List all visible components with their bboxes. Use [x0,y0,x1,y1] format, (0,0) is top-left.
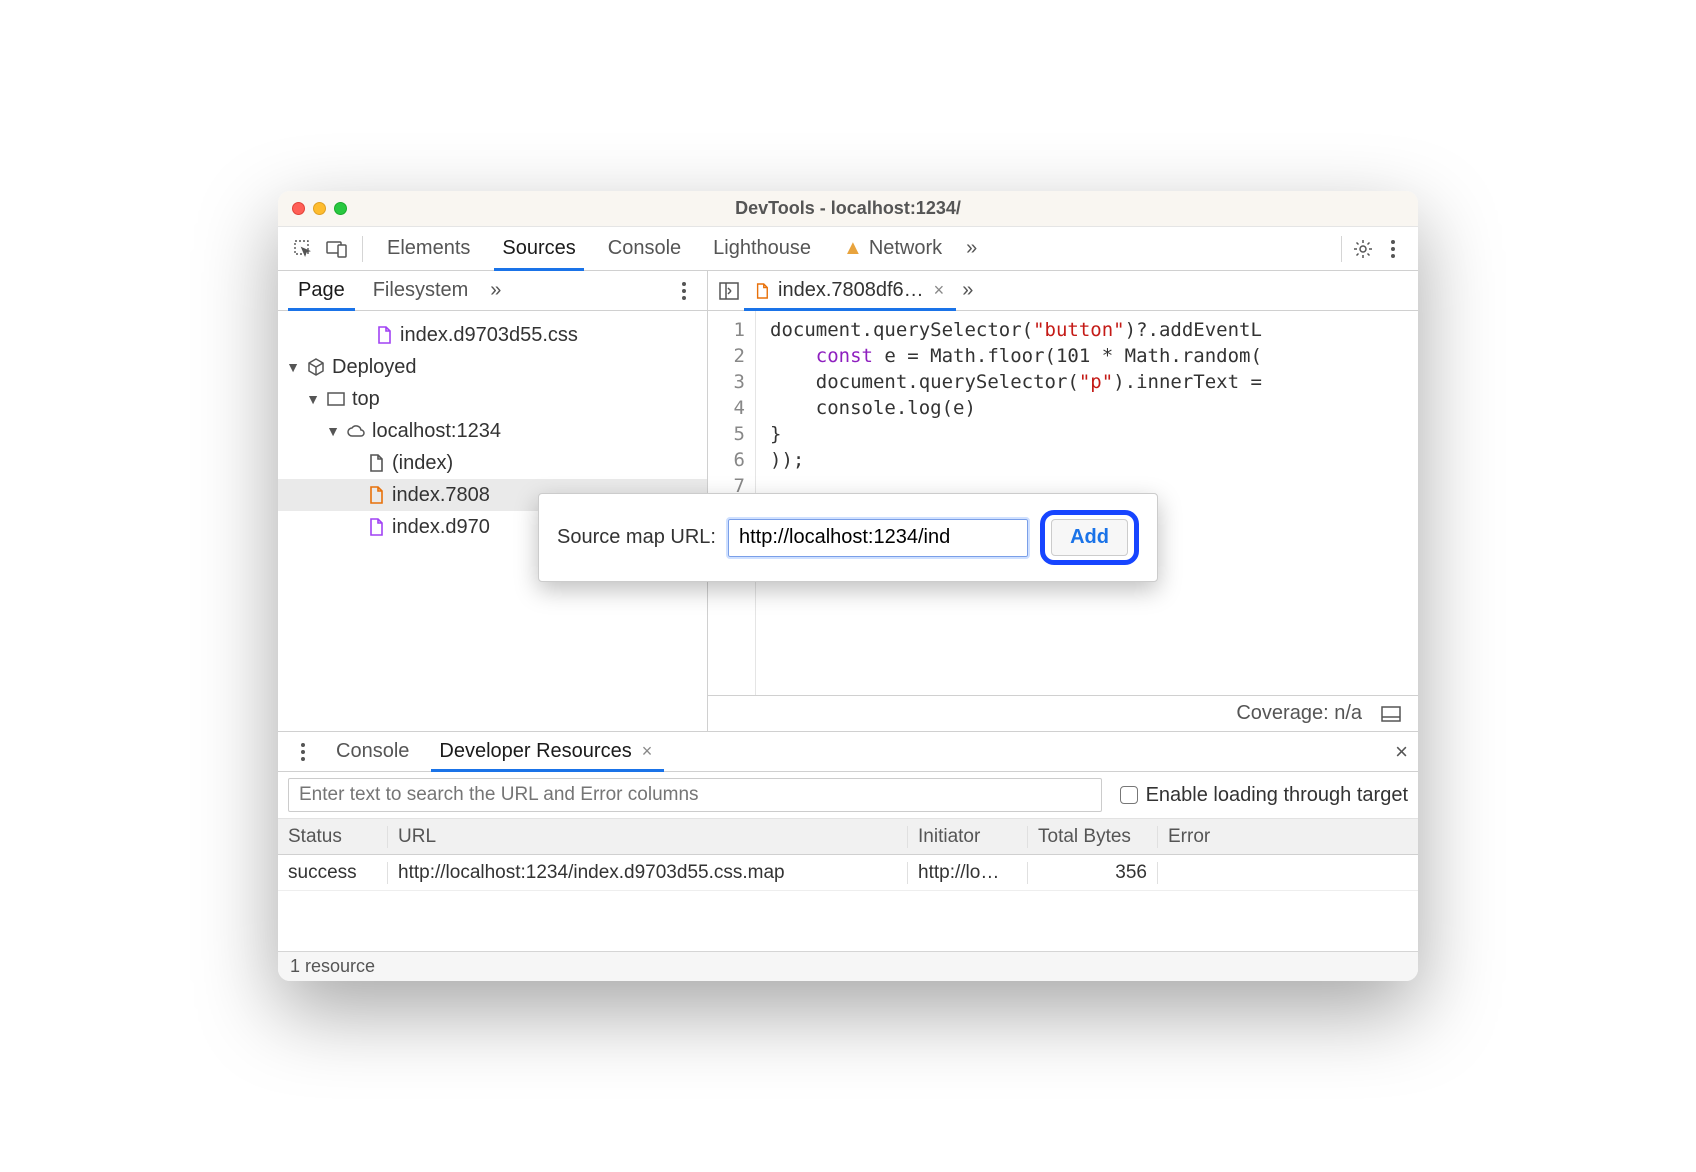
drawer-tabstrip: Console Developer Resources × × [278,732,1418,772]
toggle-sidebar-icon[interactable] [1376,699,1406,729]
cloud-icon [346,424,366,438]
separator [1341,236,1342,262]
coverage-label: Coverage: n/a [1236,702,1362,725]
titlebar: DevTools - localhost:1234/ [278,191,1418,227]
drawer-tab-label: Developer Resources [439,740,631,763]
editor-tab-current[interactable]: index.7808df6… × [744,271,956,310]
drawer-tab-console[interactable]: Console [324,732,421,771]
col-error[interactable]: Error [1158,826,1418,848]
table-header: Status URL Initiator Total Bytes Error [278,819,1418,855]
subtab-page[interactable]: Page [284,271,359,310]
tab-sources[interactable]: Sources [488,227,589,270]
tab-lighthouse[interactable]: Lighthouse [699,227,825,270]
file-icon [366,518,386,536]
drawer-kebab-icon[interactable] [288,737,318,767]
window-title: DevTools - localhost:1234/ [278,198,1418,219]
cell-initiator: http://lo… [908,862,1028,884]
tree-label: top [352,388,380,411]
sources-split: Page Filesystem » index.d9703d55.css ▼ D… [278,271,1418,731]
devres-toolbar: Enable loading through target [278,772,1418,819]
more-subtabs-icon[interactable]: » [484,279,507,302]
tab-console[interactable]: Console [594,227,695,270]
drawer-panel: Console Developer Resources × × Enable l… [278,731,1418,981]
editor-tabstrip: index.7808df6… × » [708,271,1418,311]
kebab-menu-icon[interactable] [1378,234,1408,264]
tab-elements[interactable]: Elements [373,227,484,270]
editor-tab-label: index.7808df6… [778,279,924,302]
source-map-dialog: Source map URL: Add [538,493,1158,582]
col-status[interactable]: Status [278,826,388,848]
tab-network[interactable]: ▲ Network [829,227,956,270]
checkbox-label: Enable loading through target [1146,784,1408,807]
file-icon [366,454,386,472]
more-tabs-icon[interactable]: » [960,237,983,260]
col-url[interactable]: URL [388,826,908,848]
navigator-kebab-icon[interactable] [669,276,699,306]
tree-group-deployed[interactable]: ▼ Deployed [278,351,707,383]
collapse-icon[interactable]: ▼ [326,423,340,439]
drawer-tab-devresources[interactable]: Developer Resources × [427,732,668,771]
close-tab-icon[interactable]: × [930,280,949,301]
separator [362,236,363,262]
devtools-window: DevTools - localhost:1234/ Elements Sour… [278,191,1418,981]
toggle-navigator-icon[interactable] [714,276,744,306]
tree-label: localhost:1234 [372,420,501,443]
file-icon [366,486,386,504]
warning-icon: ▲ [843,237,863,260]
tree-file-css[interactable]: index.d9703d55.css [278,319,707,351]
editor-statusbar: Coverage: n/a [708,695,1418,731]
add-button-highlight: Add [1040,510,1139,565]
collapse-icon[interactable]: ▼ [306,391,320,407]
file-icon [752,283,772,299]
enable-loading-checkbox[interactable]: Enable loading through target [1120,784,1408,807]
col-bytes[interactable]: Total Bytes [1028,826,1158,848]
close-drawer-tab-icon[interactable]: × [638,741,657,762]
tab-network-label: Network [869,237,942,260]
subtab-filesystem[interactable]: Filesystem [359,271,483,310]
cell-url: http://localhost:1234/index.d9703d55.css… [388,862,908,884]
tree-label: index.d9703d55.css [400,324,578,347]
cell-status: success [278,862,388,884]
devres-search-input[interactable] [288,778,1102,812]
file-icon [374,326,394,344]
tree-label: index.7808 [392,484,490,507]
collapse-icon[interactable]: ▼ [286,359,300,375]
table-row[interactable]: success http://localhost:1234/index.d970… [278,855,1418,891]
inspect-element-icon[interactable] [288,234,318,264]
frame-icon [326,392,346,406]
close-drawer-icon[interactable]: × [1395,739,1408,765]
tree-frame-top[interactable]: ▼ top [278,383,707,415]
navigator-tabs: Page Filesystem » [278,271,707,311]
tree-origin-localhost[interactable]: ▼ localhost:1234 [278,415,707,447]
cube-icon [306,358,326,376]
checkbox-icon[interactable] [1120,786,1138,804]
more-editor-tabs-icon[interactable]: » [956,279,979,302]
main-tab-strip: Elements Sources Console Lighthouse ▲ Ne… [278,227,1418,271]
gear-icon[interactable] [1348,234,1378,264]
drawer-footer: 1 resource [278,951,1418,981]
tree-file-index[interactable]: (index) [278,447,707,479]
dialog-label: Source map URL: [557,526,716,549]
source-map-url-input[interactable] [728,519,1028,557]
add-button[interactable]: Add [1051,519,1128,556]
tree-label: (index) [392,452,453,475]
col-initiator[interactable]: Initiator [908,826,1028,848]
tree-label: Deployed [332,356,417,379]
devres-table: Status URL Initiator Total Bytes Error s… [278,819,1418,951]
cell-bytes: 356 [1028,862,1158,884]
device-toolbar-icon[interactable] [322,234,352,264]
tree-label: index.d970 [392,516,490,539]
